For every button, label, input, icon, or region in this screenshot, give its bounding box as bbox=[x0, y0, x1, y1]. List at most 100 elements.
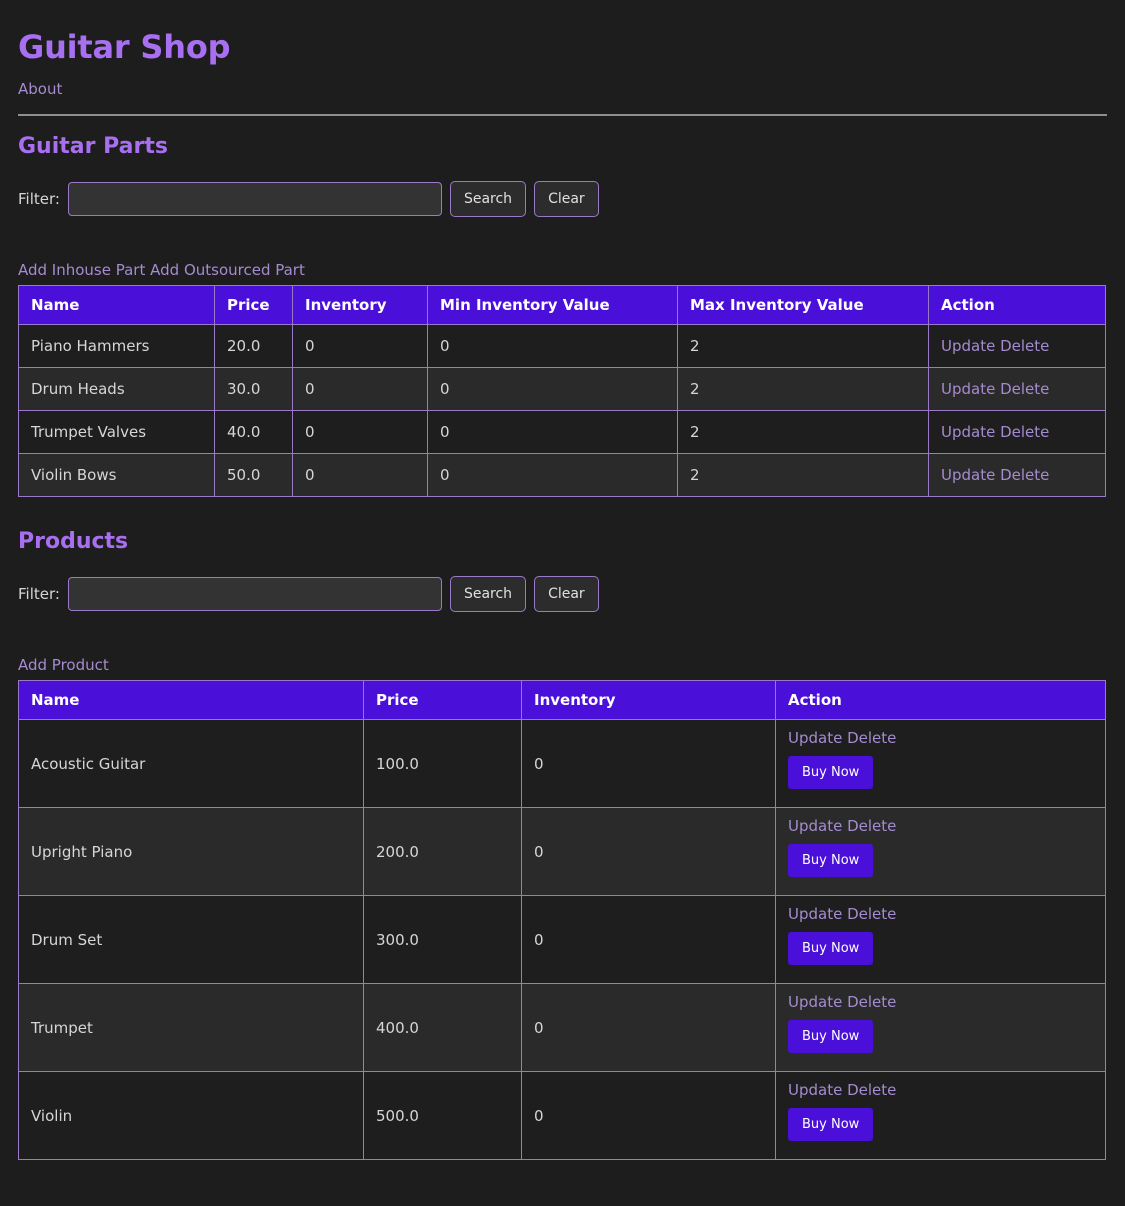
product-update-link[interactable]: Update bbox=[788, 1081, 842, 1099]
part-update-link[interactable]: Update bbox=[941, 380, 995, 398]
part-min-inventory: 0 bbox=[427, 367, 678, 411]
products-col-inventory: Inventory bbox=[521, 680, 776, 720]
product-action-cell: Update Delete Buy Now bbox=[775, 983, 1106, 1072]
page-root: Guitar Shop About Guitar Parts Filter: S… bbox=[0, 0, 1125, 1182]
parts-section-title: Guitar Parts bbox=[18, 134, 168, 159]
part-delete-link[interactable]: Delete bbox=[1000, 337, 1049, 355]
products-table-header-row: Name Price Inventory Action bbox=[18, 680, 1106, 720]
parts-col-price: Price bbox=[214, 285, 293, 325]
part-update-link[interactable]: Update bbox=[941, 337, 995, 355]
part-max-inventory: 2 bbox=[677, 410, 929, 454]
part-delete-link[interactable]: Delete bbox=[1000, 423, 1049, 441]
parts-table: Name Price Inventory Min Inventory Value… bbox=[18, 285, 1106, 497]
table-row: Violin Bows 50.0 0 0 2 Update Delete bbox=[18, 453, 1106, 497]
part-min-inventory: 0 bbox=[427, 324, 678, 368]
parts-filter-row: Filter: Search Clear bbox=[18, 181, 1107, 217]
product-inventory: 0 bbox=[521, 895, 776, 984]
part-name: Trumpet Valves bbox=[18, 410, 215, 454]
products-col-action: Action bbox=[775, 680, 1106, 720]
products-search-button[interactable]: Search bbox=[449, 576, 527, 612]
product-action-cell: Update Delete Buy Now bbox=[775, 807, 1106, 896]
buy-now-button[interactable]: Buy Now bbox=[788, 1108, 874, 1141]
part-action-cell: Update Delete bbox=[928, 324, 1106, 368]
part-update-link[interactable]: Update bbox=[941, 466, 995, 484]
page-title: Guitar Shop bbox=[18, 28, 231, 66]
part-delete-link[interactable]: Delete bbox=[1000, 380, 1049, 398]
product-price: 400.0 bbox=[363, 983, 522, 1072]
product-inventory: 0 bbox=[521, 807, 776, 896]
product-action-cell: Update Delete Buy Now bbox=[775, 1071, 1106, 1160]
part-delete-link[interactable]: Delete bbox=[1000, 466, 1049, 484]
table-row: Drum Set 300.0 0 Update Delete Buy Now bbox=[18, 895, 1106, 984]
table-row: Acoustic Guitar 100.0 0 Update Delete Bu… bbox=[18, 719, 1106, 808]
parts-filter-label: Filter: bbox=[18, 190, 60, 208]
part-inventory: 0 bbox=[292, 324, 428, 368]
product-delete-link[interactable]: Delete bbox=[847, 729, 896, 747]
part-update-link[interactable]: Update bbox=[941, 423, 995, 441]
product-inventory: 0 bbox=[521, 719, 776, 808]
part-min-inventory: 0 bbox=[427, 410, 678, 454]
table-row: Piano Hammers 20.0 0 0 2 Update Delete bbox=[18, 324, 1106, 368]
product-update-link[interactable]: Update bbox=[788, 729, 842, 747]
parts-search-button[interactable]: Search bbox=[449, 181, 527, 217]
part-inventory: 0 bbox=[292, 367, 428, 411]
table-row: Drum Heads 30.0 0 0 2 Update Delete bbox=[18, 367, 1106, 411]
product-delete-link[interactable]: Delete bbox=[847, 817, 896, 835]
product-update-link[interactable]: Update bbox=[788, 905, 842, 923]
table-row: Trumpet 400.0 0 Update Delete Buy Now bbox=[18, 983, 1106, 1072]
buy-now-button[interactable]: Buy Now bbox=[788, 932, 874, 965]
product-update-link[interactable]: Update bbox=[788, 817, 842, 835]
products-filter-label: Filter: bbox=[18, 585, 60, 603]
products-filter-row: Filter: Search Clear bbox=[18, 576, 1107, 612]
header-divider bbox=[18, 114, 1107, 116]
products-col-name: Name bbox=[18, 680, 364, 720]
product-action-cell: Update Delete Buy Now bbox=[775, 895, 1106, 984]
product-price: 100.0 bbox=[363, 719, 522, 808]
bottom-spacer bbox=[18, 1160, 1107, 1182]
parts-col-name: Name bbox=[18, 285, 215, 325]
parts-col-min-inventory: Min Inventory Value bbox=[427, 285, 678, 325]
add-outsourced-part-link[interactable]: Add Outsourced Part bbox=[150, 261, 305, 279]
part-name: Violin Bows bbox=[18, 453, 215, 497]
product-delete-link[interactable]: Delete bbox=[847, 993, 896, 1011]
add-product-link[interactable]: Add Product bbox=[18, 656, 109, 674]
table-row: Violin 500.0 0 Update Delete Buy Now bbox=[18, 1071, 1106, 1160]
nav-link-about[interactable]: About bbox=[18, 80, 62, 98]
part-inventory: 0 bbox=[292, 410, 428, 454]
table-row: Trumpet Valves 40.0 0 0 2 Update Delete bbox=[18, 410, 1106, 454]
product-delete-link[interactable]: Delete bbox=[847, 1081, 896, 1099]
part-price: 50.0 bbox=[214, 453, 293, 497]
part-action-cell: Update Delete bbox=[928, 453, 1106, 497]
part-max-inventory: 2 bbox=[677, 324, 929, 368]
product-inventory: 0 bbox=[521, 983, 776, 1072]
parts-filter-input[interactable] bbox=[67, 182, 442, 216]
products-filter-input[interactable] bbox=[67, 577, 442, 611]
product-price: 500.0 bbox=[363, 1071, 522, 1160]
parts-col-max-inventory: Max Inventory Value bbox=[677, 285, 929, 325]
product-delete-link[interactable]: Delete bbox=[847, 905, 896, 923]
product-name: Drum Set bbox=[18, 895, 364, 984]
part-price: 30.0 bbox=[214, 367, 293, 411]
parts-add-links: Add Inhouse Part Add Outsourced Part bbox=[18, 261, 1107, 279]
part-min-inventory: 0 bbox=[427, 453, 678, 497]
buy-now-button[interactable]: Buy Now bbox=[788, 844, 874, 877]
add-inhouse-part-link[interactable]: Add Inhouse Part bbox=[18, 261, 145, 279]
product-name: Trumpet bbox=[18, 983, 364, 1072]
parts-clear-button[interactable]: Clear bbox=[534, 181, 599, 217]
product-name: Acoustic Guitar bbox=[18, 719, 364, 808]
products-add-links: Add Product bbox=[18, 656, 1107, 674]
part-price: 40.0 bbox=[214, 410, 293, 454]
product-update-link[interactable]: Update bbox=[788, 993, 842, 1011]
parts-col-action: Action bbox=[928, 285, 1106, 325]
products-clear-button[interactable]: Clear bbox=[534, 576, 599, 612]
products-col-price: Price bbox=[363, 680, 522, 720]
product-price: 300.0 bbox=[363, 895, 522, 984]
product-action-cell: Update Delete Buy Now bbox=[775, 719, 1106, 808]
buy-now-button[interactable]: Buy Now bbox=[788, 1020, 874, 1053]
buy-now-button[interactable]: Buy Now bbox=[788, 756, 874, 789]
product-inventory: 0 bbox=[521, 1071, 776, 1160]
part-inventory: 0 bbox=[292, 453, 428, 497]
part-action-cell: Update Delete bbox=[928, 367, 1106, 411]
part-name: Piano Hammers bbox=[18, 324, 215, 368]
part-max-inventory: 2 bbox=[677, 367, 929, 411]
